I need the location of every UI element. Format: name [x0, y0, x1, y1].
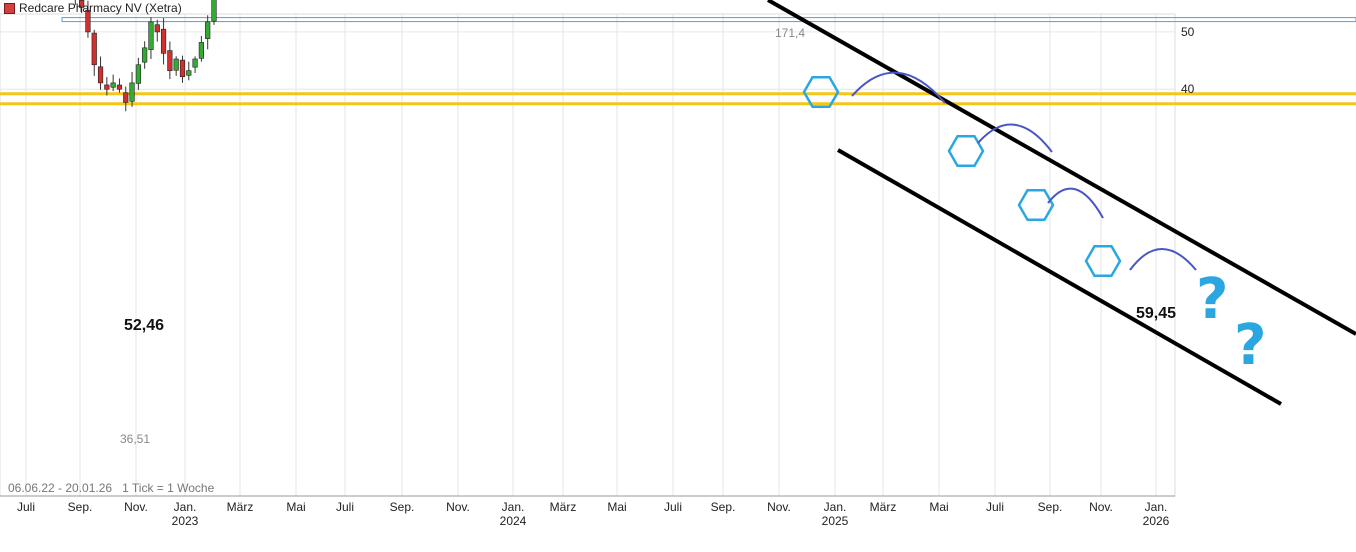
period-info: 06.06.22 - 20.01.26 1 Tick = 1 Woche	[8, 481, 214, 495]
x-tick-label: Nov.	[767, 500, 791, 514]
candle-body	[198, 42, 204, 59]
stock-chart: 405060708090100110120130140150160170180 …	[0, 0, 1356, 528]
x-tick-label: Sep.	[711, 500, 736, 514]
candle-body	[192, 58, 198, 68]
question-mark-icon: ?	[1234, 313, 1266, 378]
chart-title: Redcare Pharmacy NV (Xetra)	[19, 1, 182, 15]
x-tick-label: Sep.	[68, 500, 93, 514]
candle-body	[160, 28, 167, 54]
x-tick-label: März	[227, 500, 254, 514]
support-label: 52,46	[124, 317, 164, 334]
candle-body	[110, 82, 116, 88]
x-tick-label: Mai	[929, 500, 948, 514]
candle-body	[167, 50, 173, 71]
x-tick-label: März	[550, 500, 577, 514]
x-year-label: 2025	[822, 514, 849, 528]
x-tick-label: Mai	[607, 500, 626, 514]
x-tick-label: Sep.	[390, 500, 415, 514]
period-range: 06.06.22 - 20.01.26	[8, 481, 113, 495]
high-label: 171,4	[775, 26, 805, 40]
candle-body	[211, 0, 217, 22]
candle-body	[186, 70, 192, 76]
candle-body	[142, 47, 148, 63]
x-tick-label: Juli	[986, 500, 1004, 514]
candle-body	[205, 21, 211, 39]
question-mark-icon: ?	[1196, 267, 1228, 332]
x-tick-label: Jan.	[824, 500, 847, 514]
plot-area	[0, 13, 1176, 497]
candle-body	[123, 92, 129, 103]
candle-body	[97, 66, 104, 84]
last-price-label: 59,45	[1136, 305, 1176, 322]
x-tick-label: Jan.	[1145, 500, 1168, 514]
x-tick-label: Nov.	[1089, 500, 1113, 514]
x-tick-label: Juli	[336, 500, 354, 514]
candle	[211, 0, 217, 25]
candle-body	[129, 82, 135, 102]
candle-body	[104, 84, 110, 90]
x-tick-label: Nov.	[124, 500, 148, 514]
x-axis: Juli Sep. Nov. Jan.2023März Mai Juli Sep. Nov. J…	[17, 500, 1170, 528]
candle-body	[135, 64, 141, 84]
y-axis: 405060708090100110120130140150160170180	[1181, 25, 1195, 96]
x-tick-label: Juli	[17, 500, 35, 514]
x-tick-label: Sep.	[1038, 500, 1063, 514]
candle-body	[179, 59, 186, 78]
candle-body	[173, 58, 179, 71]
y-tick-label: 50	[1181, 25, 1195, 39]
candle-body	[154, 24, 160, 33]
low-label: 36,51	[120, 432, 150, 446]
x-tick-label: Mai	[286, 500, 305, 514]
x-tick-label: Juli	[664, 500, 682, 514]
candle-body	[116, 84, 123, 90]
x-year-label: 2023	[172, 514, 199, 528]
candle-body	[148, 21, 154, 50]
tick-info: 1 Tick = 1 Woche	[122, 481, 215, 495]
legend-square-icon	[4, 2, 15, 14]
chart-legend: Redcare Pharmacy NV (Xetra)	[4, 1, 182, 15]
x-tick-label: Jan.	[502, 500, 525, 514]
candle-body	[91, 32, 97, 66]
x-year-label: 2026	[1143, 514, 1170, 528]
x-tick-label: Nov.	[446, 500, 470, 514]
x-tick-label: März	[870, 500, 897, 514]
x-tick-label: Jan.	[174, 500, 197, 514]
y-tick-label: 40	[1181, 82, 1195, 96]
x-year-label: 2024	[500, 514, 527, 528]
